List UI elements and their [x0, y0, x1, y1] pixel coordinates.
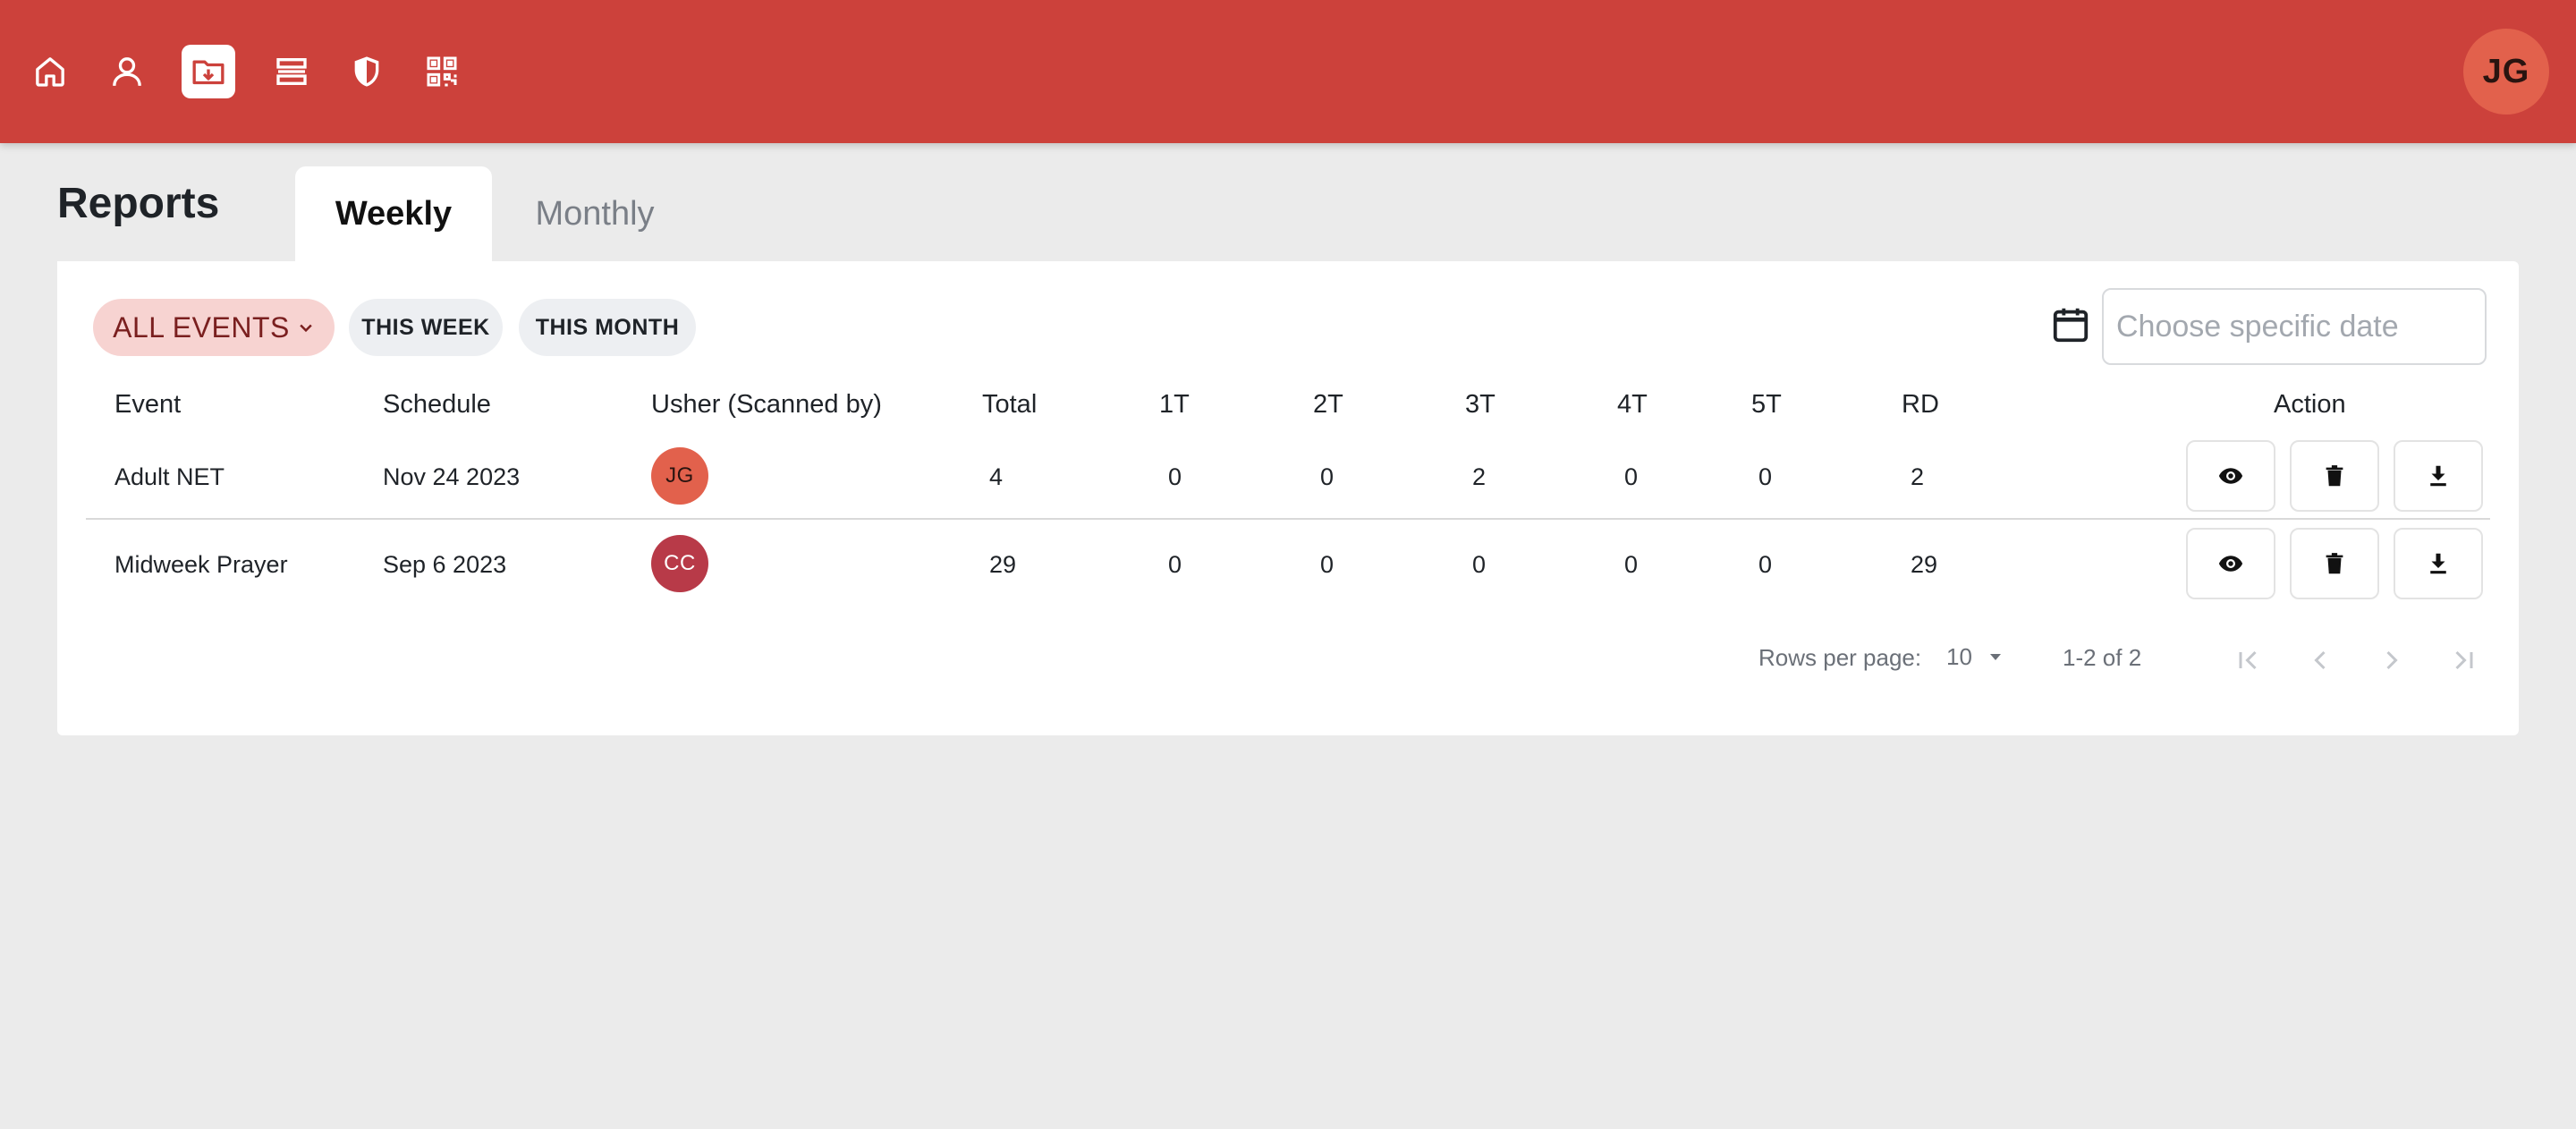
row-divider: [86, 518, 2490, 520]
column-header-schedule: Schedule: [383, 390, 491, 419]
column-header-usher: Usher (Scanned by): [651, 390, 882, 419]
3t-cell: 0: [1472, 551, 1487, 578]
view-button[interactable]: [2186, 528, 2275, 599]
event-cell: Adult NET: [114, 463, 225, 490]
4t-cell: 0: [1624, 551, 1639, 578]
view-button[interactable]: [2186, 440, 2275, 512]
rows-per-page-label: Rows per page:: [1758, 644, 1922, 671]
column-header-rd: RD: [1902, 390, 1939, 419]
usher-avatar: JG: [651, 447, 708, 505]
rd-cell: 2: [1911, 463, 1925, 490]
user-avatar[interactable]: JG: [2463, 29, 2549, 115]
last-page-icon: [2455, 650, 2473, 670]
schedule-cell: Nov 24 2023: [383, 463, 521, 490]
nav-qr-button[interactable]: [415, 45, 469, 98]
rows-per-page-select[interactable]: 10: [1946, 637, 2018, 676]
this-month-filter[interactable]: THIS MONTH: [519, 299, 696, 356]
column-header-total: Total: [982, 390, 1038, 419]
column-header-2t: 2T: [1313, 390, 1343, 419]
delete-button[interactable]: [2290, 528, 2379, 599]
qr-code-icon: [427, 56, 457, 87]
first-page-button[interactable]: [2224, 635, 2274, 685]
next-page-button[interactable]: [2367, 635, 2417, 685]
rd-cell: 29: [1911, 551, 1938, 578]
usher-avatar: CC: [651, 535, 708, 592]
trash-icon: [2326, 465, 2343, 487]
nav-home-button[interactable]: [23, 45, 77, 98]
download-icon: [2430, 465, 2446, 487]
schedule-cell: Sep 6 2023: [383, 551, 507, 578]
calendar-icon[interactable]: [2050, 304, 2091, 345]
download-icon: [2430, 553, 2446, 574]
list-icon: [276, 58, 307, 85]
column-header-5t: 5T: [1751, 390, 1782, 419]
column-header-action: Action: [2274, 390, 2346, 419]
event-cell: Midweek Prayer: [114, 551, 288, 578]
total-cell: 4: [989, 463, 1004, 490]
tab-monthly[interactable]: Monthly: [505, 166, 684, 261]
column-header-event: Event: [114, 390, 182, 419]
eye-icon: [2218, 468, 2243, 484]
column-header-4t: 4T: [1617, 390, 1648, 419]
4t-cell: 0: [1624, 463, 1639, 490]
caret-down-icon: [1989, 654, 2001, 660]
download-button[interactable]: [2394, 528, 2483, 599]
pagination-range: 1-2 of 2: [2063, 644, 2142, 671]
chevron-right-icon: [2386, 650, 2398, 670]
nav-security-button[interactable]: [340, 45, 394, 98]
last-page-button[interactable]: [2438, 635, 2488, 685]
total-cell: 29: [989, 551, 1017, 578]
chevron-down-icon: [300, 324, 312, 333]
rows-per-page-value: 10: [1946, 642, 1972, 670]
shield-icon: [354, 56, 379, 87]
this-week-filter[interactable]: THIS WEEK: [349, 299, 503, 356]
5t-cell: 0: [1758, 463, 1773, 490]
eye-icon: [2218, 556, 2243, 572]
reports-card: ALL EVENTS THIS WEEK THIS MONTH Event Sc…: [57, 261, 2519, 735]
home-icon: [36, 57, 64, 87]
column-header-3t: 3T: [1465, 390, 1496, 419]
top-navigation-bar: JG: [0, 0, 2576, 143]
tab-weekly[interactable]: Weekly: [295, 166, 492, 261]
folder-download-icon: [192, 60, 225, 85]
date-picker-input[interactable]: [2102, 288, 2487, 365]
1t-cell: 0: [1168, 463, 1182, 490]
delete-button[interactable]: [2290, 440, 2379, 512]
nav-reports-button[interactable]: [182, 45, 235, 98]
5t-cell: 0: [1758, 551, 1773, 578]
2t-cell: 0: [1320, 551, 1335, 578]
3t-cell: 2: [1472, 463, 1487, 490]
2t-cell: 0: [1320, 463, 1335, 490]
chevron-left-icon: [2314, 650, 2326, 670]
nav-lists-button[interactable]: [265, 45, 318, 98]
trash-icon: [2326, 553, 2343, 574]
previous-page-button[interactable]: [2295, 635, 2345, 685]
column-header-1t: 1T: [1159, 390, 1190, 419]
user-icon: [113, 57, 141, 86]
all-events-label: ALL EVENTS: [113, 310, 290, 344]
all-events-filter[interactable]: ALL EVENTS: [93, 299, 335, 356]
nav-users-button[interactable]: [100, 45, 154, 98]
first-page-icon: [2239, 650, 2257, 670]
download-button[interactable]: [2394, 440, 2483, 512]
1t-cell: 0: [1168, 551, 1182, 578]
page-title: Reports: [57, 180, 220, 227]
